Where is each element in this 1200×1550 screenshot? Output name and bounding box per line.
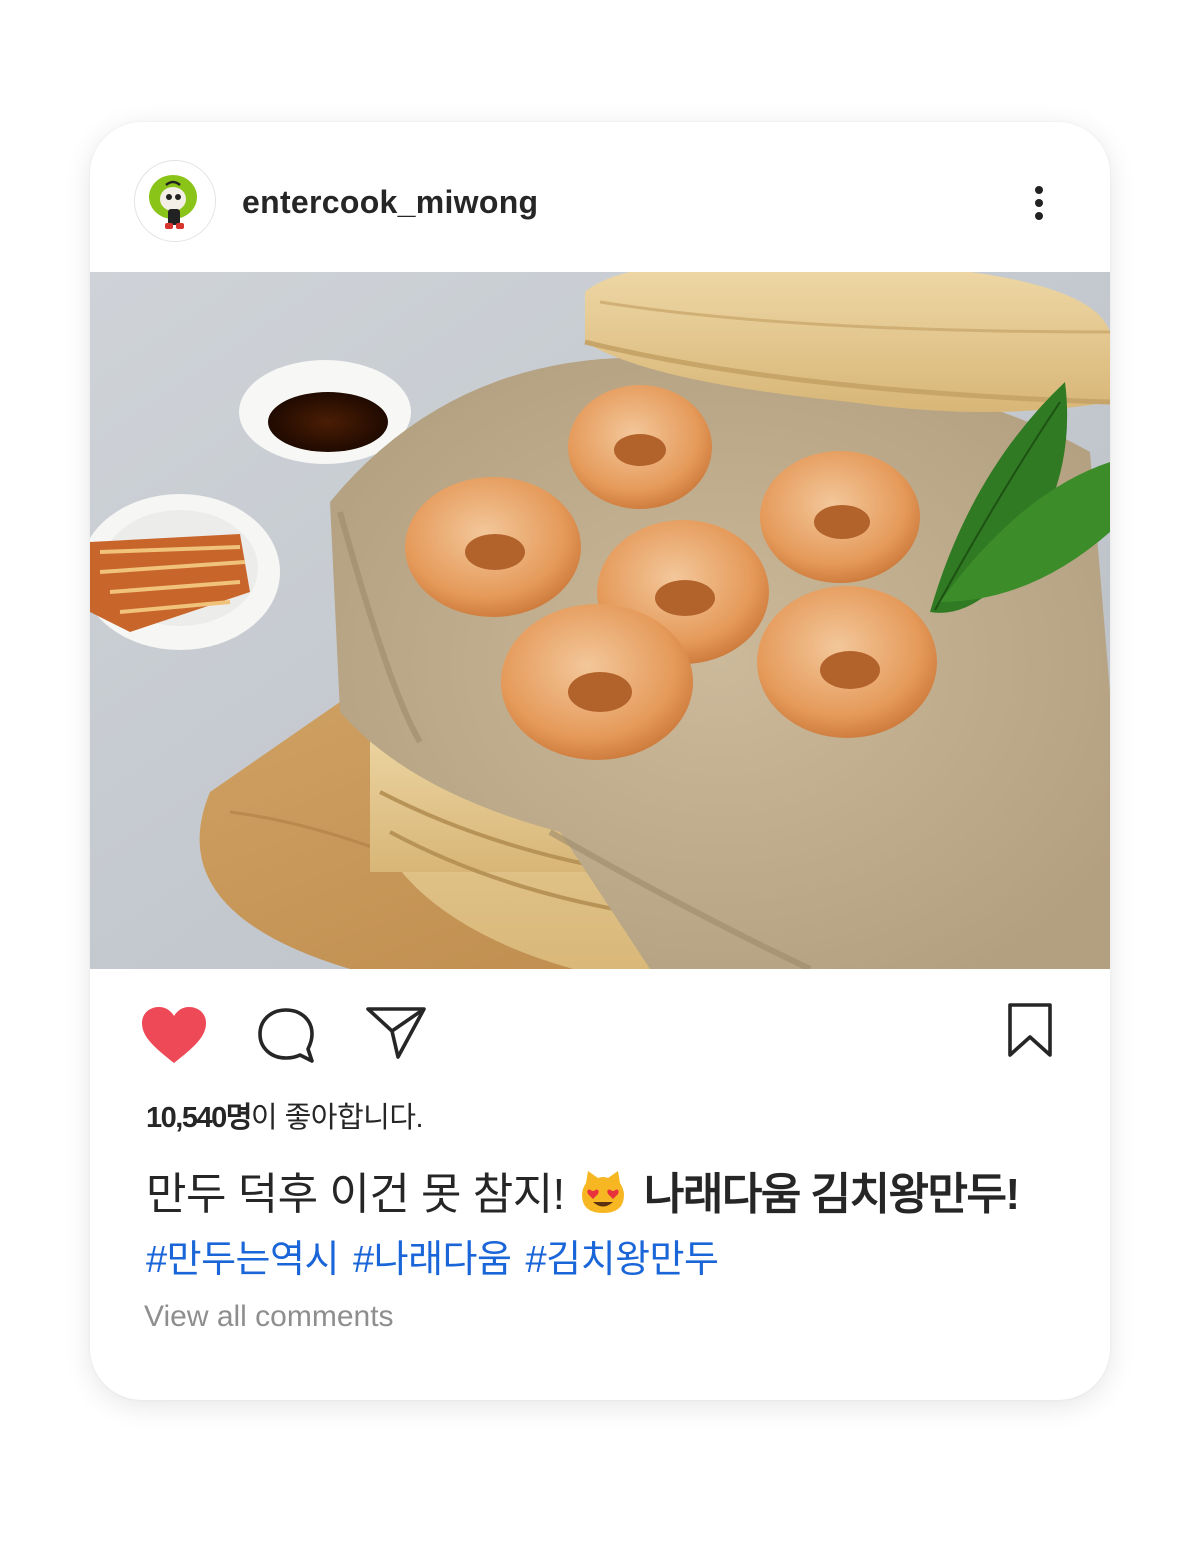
mascot-avatar-icon	[135, 161, 215, 241]
heart-eyes-cat-emoji	[580, 1169, 626, 1226]
more-options-icon[interactable]	[1020, 180, 1058, 224]
post-actions	[90, 969, 1110, 1079]
heart-icon[interactable]	[140, 1005, 208, 1070]
comment-icon[interactable]	[256, 1006, 316, 1071]
like-count[interactable]: 10,540명이 좋아합니다.	[146, 1094, 424, 1136]
send-icon[interactable]	[364, 1005, 428, 1066]
hashtag-link[interactable]: #만두는역시	[146, 1239, 339, 1281]
hashtags: #만두는역시 #나래다움 #김치왕만두	[146, 1228, 722, 1283]
bookmark-icon[interactable]	[1006, 1001, 1054, 1064]
hashtag-link[interactable]: #김치왕만두	[526, 1239, 719, 1281]
hashtag-link[interactable]: #나래다움	[353, 1239, 512, 1281]
caption-brand: 나래다움 김치왕만두!	[643, 1170, 1020, 1219]
post-photo[interactable]	[90, 272, 1110, 969]
caption-text: 만두 덕후 이건 못 참지!	[146, 1170, 565, 1219]
username[interactable]: entercook_miwong	[242, 184, 538, 221]
post-header: entercook_miwong	[90, 122, 1110, 272]
avatar[interactable]	[134, 160, 216, 242]
post-caption: 만두 덕후 이건 못 참지! 나래다움 김치왕만두!	[146, 1158, 1020, 1226]
instagram-post-card: entercook_miwong 10,540명이 좋아합니다. 만두 덕후 이…	[90, 122, 1110, 1400]
view-all-comments-link[interactable]: View all comments	[144, 1300, 394, 1334]
